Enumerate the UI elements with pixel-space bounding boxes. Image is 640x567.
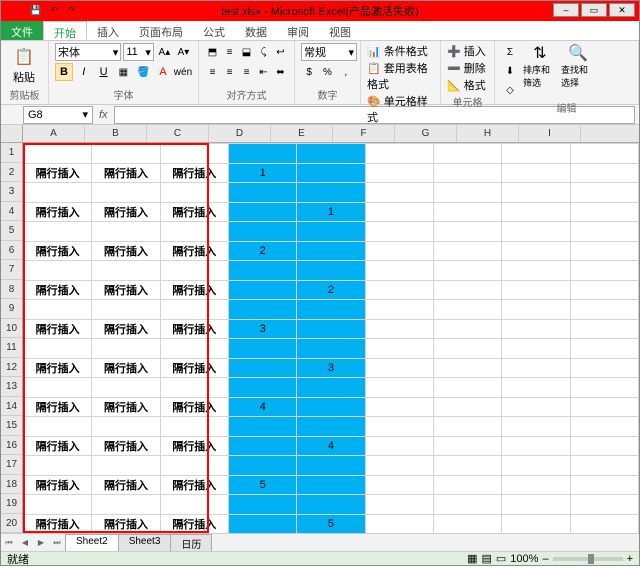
sheet-tab[interactable]: Sheet3 bbox=[118, 534, 172, 552]
row-headers[interactable]: 1234567891011121314151617181920 bbox=[1, 143, 23, 533]
view-break-icon[interactable]: ▭ bbox=[496, 552, 506, 565]
tab-data[interactable]: 数据 bbox=[235, 21, 277, 40]
zoom-slider[interactable] bbox=[553, 557, 623, 561]
worksheet-grid: ABCDEFGHI 123456789101112131415161718192… bbox=[1, 125, 639, 533]
status-text: 就绪 bbox=[7, 551, 29, 567]
redo-icon[interactable]: ↷ bbox=[65, 3, 79, 17]
column-headers[interactable]: ABCDEFGHI bbox=[23, 125, 639, 143]
minimize-button[interactable]: – bbox=[553, 3, 579, 17]
sheet-tab[interactable]: Sheet2 bbox=[65, 534, 119, 552]
group-align: 对齐方式 bbox=[205, 86, 288, 102]
chevron-down-icon: ▾ bbox=[348, 46, 354, 59]
zoom-in-icon[interactable]: + bbox=[627, 553, 633, 565]
tab-file[interactable]: 文件 bbox=[1, 21, 43, 40]
undo-icon[interactable]: ↶ bbox=[47, 3, 61, 17]
paste-button[interactable]: 📋粘贴 bbox=[7, 43, 41, 86]
cell-style-button[interactable]: 🎨 单元格样式 bbox=[367, 93, 434, 125]
group-clipboard: 剪贴板 bbox=[7, 86, 42, 102]
last-sheet-icon[interactable]: ⏭ bbox=[49, 535, 65, 551]
select-all-corner[interactable] bbox=[1, 125, 23, 143]
format-cells-button[interactable]: 📐 格式 bbox=[447, 77, 488, 93]
merge-button[interactable]: ⬌ bbox=[273, 63, 288, 81]
quick-access-toolbar: 💾 ↶ ↷ bbox=[29, 3, 79, 17]
view-layout-icon[interactable]: ▤ bbox=[481, 552, 491, 565]
sort-filter-button[interactable]: ⇅排序和筛选 bbox=[523, 43, 557, 89]
chevron-down-icon: ▾ bbox=[145, 46, 151, 59]
orientation-icon[interactable]: ⤹ bbox=[256, 43, 271, 61]
status-bar: 就绪 ▦ ▤ ▭ 100% – + bbox=[1, 551, 639, 565]
group-number: 数字 bbox=[301, 86, 354, 102]
align-right-icon[interactable]: ≡ bbox=[239, 63, 254, 81]
sheet-tab[interactable]: 日历 bbox=[170, 534, 212, 552]
chevron-down-icon: ▾ bbox=[113, 46, 119, 59]
tab-layout[interactable]: 页面布局 bbox=[129, 21, 193, 40]
tab-review[interactable]: 审阅 bbox=[277, 21, 319, 40]
paste-icon: 📋 bbox=[12, 45, 36, 69]
tab-formula[interactable]: 公式 bbox=[193, 21, 235, 40]
align-bottom-icon[interactable]: ⬓ bbox=[239, 43, 254, 61]
view-normal-icon[interactable]: ▦ bbox=[467, 552, 477, 565]
fill-icon[interactable]: ⬇ bbox=[501, 62, 519, 80]
chevron-down-icon: ▾ bbox=[82, 108, 88, 121]
insert-cells-button[interactable]: ➕ 插入 bbox=[447, 43, 488, 59]
tab-view[interactable]: 视图 bbox=[319, 21, 361, 40]
window-title: test.xlsx - Microsoft Excel(产品激活失败) bbox=[221, 3, 418, 19]
comma-icon[interactable]: , bbox=[338, 63, 354, 81]
delete-cells-button[interactable]: ➖ 删除 bbox=[447, 60, 488, 76]
italic-button[interactable]: I bbox=[75, 63, 93, 81]
close-button[interactable]: ✕ bbox=[609, 3, 635, 17]
fill-color-button[interactable]: 🪣 bbox=[134, 63, 152, 81]
next-sheet-icon[interactable]: ▶ bbox=[33, 535, 49, 551]
cells-area[interactable]: 隔行插入隔行插入隔行插入1隔行插入隔行插入隔行插入1隔行插入隔行插入隔行插入2隔… bbox=[23, 143, 639, 533]
decrease-indent-icon[interactable]: ⇤ bbox=[256, 63, 271, 81]
first-sheet-icon[interactable]: ⏮ bbox=[1, 535, 17, 551]
zoom-level[interactable]: 100% bbox=[510, 553, 538, 565]
font-size-combo[interactable]: 11▾ bbox=[123, 43, 154, 61]
title-bar: 💾 ↶ ↷ test.xlsx - Microsoft Excel(产品激活失败… bbox=[1, 1, 639, 21]
name-box[interactable]: G8▾ bbox=[23, 106, 93, 124]
restore-button[interactable]: ▭ bbox=[581, 3, 607, 17]
align-left-icon[interactable]: ≡ bbox=[205, 63, 220, 81]
tab-insert[interactable]: 插入 bbox=[87, 21, 129, 40]
decrease-font-icon[interactable]: A▾ bbox=[175, 43, 192, 61]
group-font: 字体 bbox=[55, 86, 192, 102]
currency-icon[interactable]: $ bbox=[301, 63, 317, 81]
autosum-icon[interactable]: Σ bbox=[501, 43, 519, 61]
prev-sheet-icon[interactable]: ◀ bbox=[17, 535, 33, 551]
align-middle-icon[interactable]: ≡ bbox=[222, 43, 237, 61]
conditional-format-button[interactable]: 📊 条件格式 bbox=[367, 43, 434, 59]
number-format-combo[interactable]: 常规▾ bbox=[301, 43, 357, 61]
group-cells: 单元格 bbox=[447, 93, 488, 109]
ribbon: 📋粘贴 剪贴板 宋体▾ 11▾ A▴ A▾ B I U ▦ 🪣 A wén 字体 bbox=[1, 41, 639, 105]
save-icon[interactable]: 💾 bbox=[29, 3, 43, 17]
find-icon: 🔍 bbox=[566, 43, 590, 63]
table-format-button[interactable]: 📋 套用表格格式 bbox=[367, 60, 434, 92]
align-center-icon[interactable]: ≡ bbox=[222, 63, 237, 81]
align-top-icon[interactable]: ⬒ bbox=[205, 43, 220, 61]
find-select-button[interactable]: 🔍查找和选择 bbox=[561, 43, 595, 89]
ribbon-tabs: 文件 开始 插入 页面布局 公式 数据 审阅 视图 bbox=[1, 21, 639, 41]
percent-icon[interactable]: % bbox=[319, 63, 335, 81]
border-button[interactable]: ▦ bbox=[114, 63, 132, 81]
increase-font-icon[interactable]: A▴ bbox=[156, 43, 173, 61]
sheet-tab-bar: ⏮ ◀ ▶ ⏭ Sheet2Sheet3日历 bbox=[1, 533, 639, 551]
bold-button[interactable]: B bbox=[55, 63, 73, 81]
sort-icon: ⇅ bbox=[528, 43, 552, 63]
tab-home[interactable]: 开始 bbox=[43, 21, 87, 40]
wrap-text-icon[interactable]: ↩ bbox=[273, 43, 288, 61]
font-name-combo[interactable]: 宋体▾ bbox=[55, 43, 121, 61]
fx-icon[interactable]: fx bbox=[99, 109, 108, 121]
group-editing: 编辑 bbox=[501, 99, 632, 115]
phonetic-button[interactable]: wén bbox=[174, 63, 192, 81]
zoom-out-icon[interactable]: – bbox=[542, 553, 548, 565]
clear-icon[interactable]: ◇ bbox=[501, 81, 519, 99]
underline-button[interactable]: U bbox=[95, 63, 113, 81]
font-color-button[interactable]: A bbox=[154, 63, 172, 81]
